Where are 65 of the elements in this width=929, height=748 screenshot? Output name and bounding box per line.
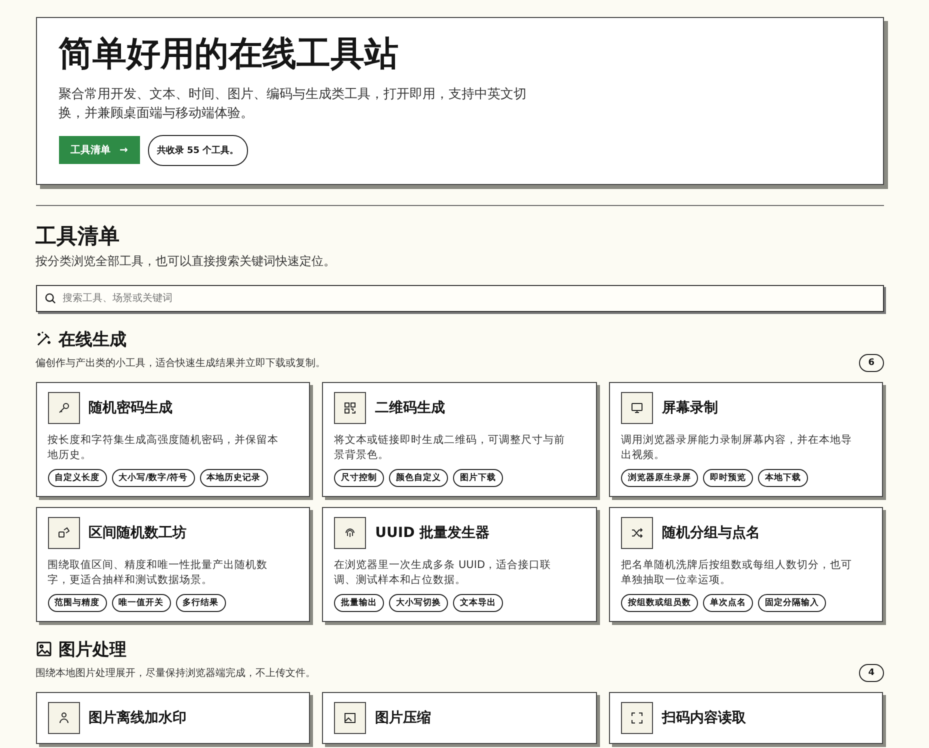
tool-card[interactable]: 扫码内容读取 — [608, 692, 884, 744]
qr-code-icon — [344, 402, 356, 414]
tool-title: 图片离线加水印 — [88, 708, 186, 727]
magic-wand-icon — [36, 331, 52, 348]
tool-list-button[interactable]: 工具清单 → — [58, 136, 140, 164]
tool-count-badge: 4 — [859, 664, 884, 682]
shuffle-icon — [630, 526, 643, 539]
feature-tag: 浏览器原生录屏 — [620, 468, 698, 487]
tool-card[interactable]: 随机分组与点名 把名单随机洗牌后按组数或每组人数切分，也可单独抽取一位幸运项。 按组数或组员数 单次点名 固定分隔输入 — [608, 506, 884, 622]
monitor-icon — [630, 402, 643, 414]
tool-title: 二维码生成 — [375, 398, 446, 417]
feature-tag: 本地下载 — [758, 468, 808, 487]
feature-tag: 图片下载 — [453, 468, 504, 487]
catalog-description: 按分类浏览全部工具，也可以直接搜索关键词快速定位。 — [36, 252, 336, 270]
tool-card[interactable]: 区间随机数工坊 围绕取值区间、精度和唯一性批量产出随机数字，更适合抽样和测试数据场景。 范围与精度 唯一值开关 多行结果 — [36, 506, 310, 622]
tool-title: 扫码内容读取 — [662, 708, 746, 727]
section-title: 在线生成 — [58, 328, 126, 351]
tool-card[interactable]: 二维码生成 将文本或链接即时生成二维码，可调整尺寸与前景背景色。 尺寸控制 颜色自定义 图片下载 — [322, 382, 597, 497]
feature-tag: 范围与精度 — [48, 594, 106, 612]
feature-tag: 固定分隔输入 — [758, 594, 826, 612]
image-icon — [344, 712, 356, 724]
feature-tag: 本地历史记录 — [200, 468, 268, 487]
person-icon — [58, 712, 70, 724]
tool-card[interactable]: 屏幕录制 调用浏览器录屏能力录制屏幕内容，并在本地导出视频。 浏览器原生录屏 即时预览 本地下载 — [608, 382, 884, 497]
search-icon — [44, 292, 56, 304]
section-title: 图片处理 — [58, 638, 126, 661]
tool-description: 将文本或链接即时生成二维码，可调整尺寸与前景背景色。 — [334, 432, 566, 463]
catalog-title: 工具清单 — [36, 224, 120, 249]
tool-card[interactable]: 图片压缩 — [322, 692, 597, 744]
feature-tag: 按组数或组员数 — [620, 594, 698, 612]
feature-tag: 颜色自定义 — [389, 468, 448, 487]
tool-title: 区间随机数工坊 — [88, 524, 186, 542]
feature-tag: 单次点名 — [702, 594, 753, 612]
tool-card[interactable]: 图片离线加水印 — [36, 692, 310, 744]
tool-title: 随机密码生成 — [88, 398, 172, 417]
tool-title: 屏幕录制 — [662, 398, 718, 417]
tool-description: 在浏览器里一次生成多条 UUID，适合接口联调、测试样本和占位数据。 — [334, 558, 552, 588]
feature-tag: 批量输出 — [334, 594, 384, 612]
tool-title: 图片压缩 — [375, 708, 432, 727]
feature-tag: 大小写/数字/符号 — [112, 468, 195, 487]
scan-icon — [630, 712, 643, 724]
section-description: 偏创作与产出类的小工具，适合快速生成结果并立即下载或复制。 — [36, 356, 326, 370]
hero-description: 聚合常用开发、文本、时间、图片、编码与生成类工具，打开即用，支持中英文切换，并兼顾桌面端与移动端体验。 — [58, 86, 528, 123]
feature-tag: 唯一值开关 — [112, 594, 170, 612]
feature-tag: 大小写切换 — [389, 594, 448, 612]
tool-count-pill: 共收录 55 个工具。 — [148, 134, 248, 166]
key-icon — [58, 402, 70, 414]
hero-title: 简单好用的在线工具站 — [58, 34, 400, 75]
tool-description: 把名单随机洗牌后按组数或每组人数切分，也可单独抽取一位幸运项。 — [620, 558, 853, 588]
feature-tag: 多行结果 — [176, 594, 226, 612]
feature-tag: 自定义长度 — [48, 468, 106, 487]
section-description: 围绕本地图片处理展开，尽量保持浏览器端完成，不上传文件。 — [36, 666, 316, 680]
tool-description: 围绕取值区间、精度和唯一性批量产出随机数字，更适合抽样和测试数据场景。 — [48, 558, 268, 588]
tool-card[interactable]: UUID 批量发生器 在浏览器里一次生成多条 UUID，适合接口联调、测试样本和占位数据。 批量输出 大小写切换 文本导出 — [322, 506, 597, 622]
tool-card[interactable]: 随机密码生成 按长度和字符集生成高强度随机密码，并保留本地历史。 自定义长度 大小写/数字/符号 本地历史记录 — [36, 382, 310, 497]
tool-description: 按长度和字符集生成高强度随机密码，并保留本地历史。 — [48, 432, 280, 463]
feature-tag: 尺寸控制 — [334, 468, 384, 487]
feature-tag: 文本导出 — [453, 594, 504, 612]
image-icon — [36, 641, 52, 658]
tool-description: 调用浏览器录屏能力录制屏幕内容，并在本地导出视频。 — [620, 432, 853, 463]
tool-count-badge: 6 — [859, 354, 884, 372]
tool-title: 随机分组与点名 — [662, 524, 760, 542]
tool-title: UUID 批量发生器 — [375, 524, 490, 542]
feature-tag: 即时预览 — [702, 468, 753, 487]
fingerprint-icon — [344, 526, 356, 539]
